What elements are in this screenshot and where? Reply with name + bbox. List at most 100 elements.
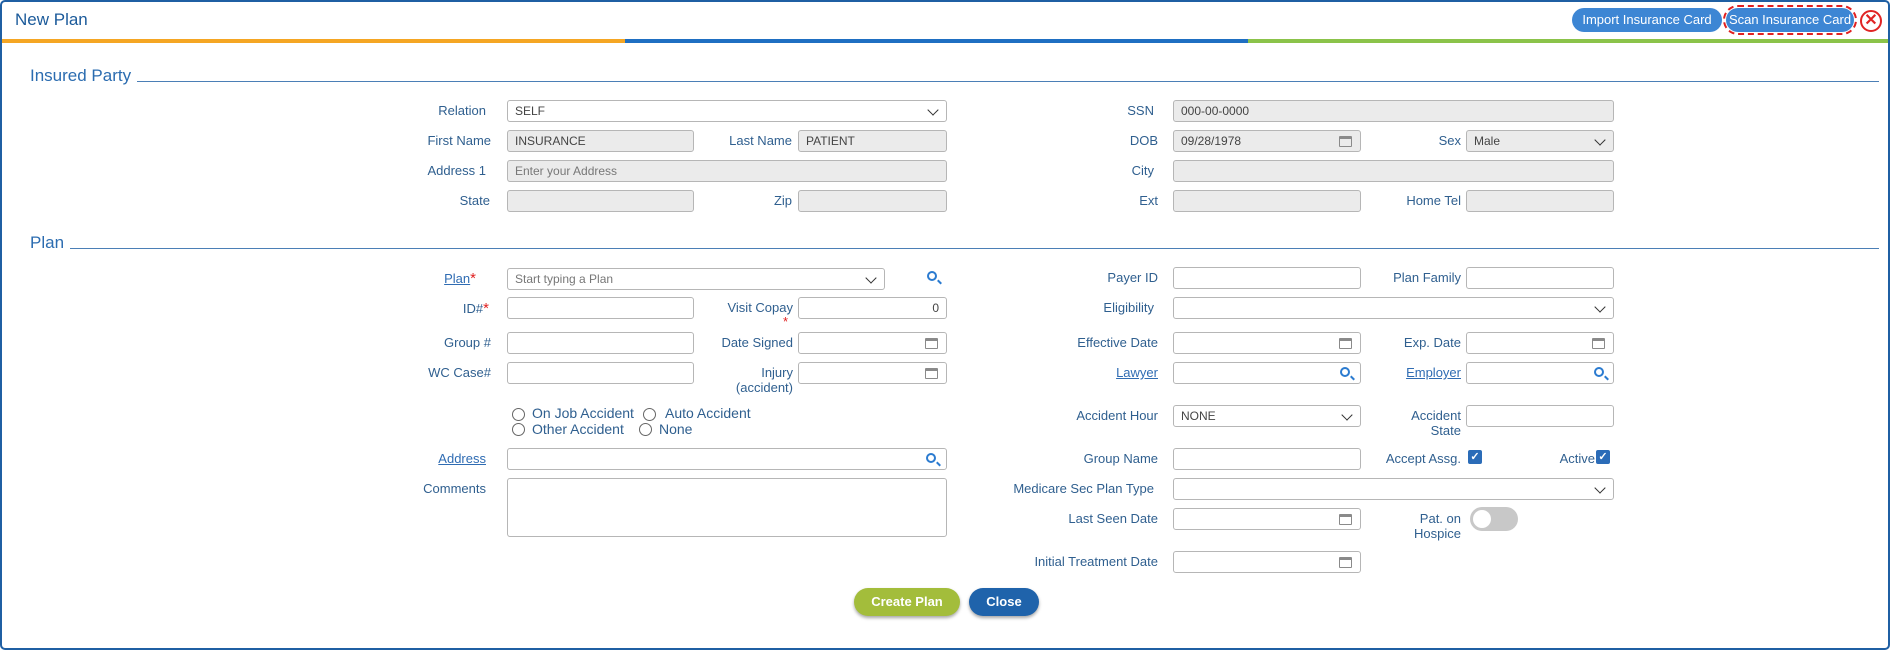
active-label: Active [1559,451,1595,466]
auto-accident-radio[interactable] [643,408,656,421]
employer-search-icon[interactable] [1594,367,1604,377]
state-label: State [459,193,490,208]
auto-accident-label: Auto Accident [665,405,751,421]
address-search-icon[interactable] [926,453,936,463]
exp-date-input[interactable] [1466,332,1614,354]
address1-label: Address 1 [427,163,486,178]
lawyer-input[interactable] [1173,362,1361,384]
group-name-label: Group Name [1083,451,1158,466]
injury-label-line1: Injury [761,365,793,380]
sex-label: Sex [1438,133,1461,148]
eligibility-select[interactable] [1173,297,1614,319]
dob-input[interactable]: 09/28/1978 [1173,130,1361,152]
hospice-label: Pat. on Hospice [1382,511,1461,541]
calendar-icon[interactable] [925,368,938,379]
date-signed-input[interactable] [798,332,947,354]
dob-label: DOB [1129,133,1158,148]
payer-id-input[interactable] [1173,267,1361,289]
plan-family-label: Plan Family [1393,270,1461,285]
group-input[interactable] [507,332,694,354]
plan-label-wrap: Plan* [382,270,476,287]
accident-hour-label: Accident Hour [1076,408,1158,423]
hospice-toggle[interactable] [1470,507,1518,531]
hospice-label-line2: Hospice [1414,526,1461,541]
state-input[interactable] [507,190,694,212]
city-label: City [1131,163,1154,178]
zip-label: Zip [773,193,792,208]
none-radio[interactable] [639,423,652,436]
payer-id-label: Payer ID [1107,270,1158,285]
home-tel-label: Home Tel [1406,193,1461,208]
group-name-input[interactable] [1173,448,1361,470]
comments-textarea[interactable] [507,478,947,537]
accept-assg-label: Accept Assg. [1385,451,1461,466]
accept-assg-checkbox[interactable]: ✓ [1468,450,1482,464]
accident-state-label: Accident State [1382,408,1461,438]
hospice-label-line1: Pat. on [1419,511,1461,526]
injury-label: Injury (accident) [702,365,793,395]
calendar-icon[interactable] [925,338,938,349]
employer-link[interactable]: Employer [1382,365,1461,380]
city-input[interactable] [1173,160,1614,182]
close-icon[interactable]: ✕ [1860,10,1882,32]
employer-input[interactable] [1466,362,1614,384]
wc-case-input[interactable] [507,362,694,384]
medicare-sec-plan-type-select[interactable] [1173,478,1614,500]
ssn-label: SSN [1127,103,1154,118]
lawyer-link[interactable]: Lawyer [1052,365,1158,380]
first-name-input[interactable]: INSURANCE [507,130,694,152]
effective-date-input[interactable] [1173,332,1361,354]
on-job-accident-radio[interactable] [512,408,525,421]
active-checkbox[interactable]: ✓ [1596,450,1610,464]
wc-case-label: WC Case# [428,365,491,380]
id-input[interactable] [507,297,694,319]
accident-state-input[interactable] [1466,405,1614,427]
group-label: Group # [444,335,491,350]
other-accident-radio[interactable] [512,423,525,436]
insured-party-heading: Insured Party [30,66,132,85]
lawyer-search-icon[interactable] [1340,367,1350,377]
plan-link[interactable]: Plan [444,271,470,286]
ext-label: Ext [1139,193,1158,208]
address-input[interactable] [507,448,947,470]
create-plan-button[interactable]: Create Plan [854,588,960,616]
address-link[interactable]: Address [382,451,486,466]
accident-hour-select[interactable]: NONE [1173,405,1361,427]
calendar-icon[interactable] [1339,136,1352,147]
required-marker: * [483,300,489,317]
plan-search-icon[interactable] [927,271,937,281]
progress-stripe-orange [2,39,625,43]
plan-search-input[interactable]: Start typing a Plan [507,268,885,290]
ssn-input[interactable]: 000-00-0000 [1173,100,1614,122]
section-divider [70,248,1879,249]
calendar-icon[interactable] [1339,557,1352,568]
relation-select[interactable]: SELF [507,100,947,122]
sex-select[interactable]: Male [1466,130,1614,152]
home-tel-input[interactable] [1466,190,1614,212]
injury-date-input[interactable] [798,362,947,384]
calendar-icon[interactable] [1339,514,1352,525]
calendar-icon[interactable] [1592,338,1605,349]
plan-family-input[interactable] [1466,267,1614,289]
section-divider [137,81,1879,82]
visit-copay-input[interactable]: 0 [798,297,947,319]
calendar-icon[interactable] [1339,338,1352,349]
import-insurance-card-button[interactable]: Import Insurance Card [1572,8,1722,32]
comments-label: Comments [423,481,486,496]
last-seen-date-label: Last Seen Date [1068,511,1158,526]
none-label: None [659,421,693,437]
ext-input[interactable] [1173,190,1361,212]
date-signed-label: Date Signed [721,335,793,350]
close-button[interactable]: Close [969,588,1039,616]
id-label-wrap: ID#* [382,300,489,317]
address1-input[interactable]: Enter your Address [507,160,947,182]
other-accident-label: Other Accident [532,421,624,437]
zip-input[interactable] [798,190,947,212]
initial-treatment-date-input[interactable] [1173,551,1361,573]
plan-heading: Plan [30,233,65,252]
progress-stripe-blue [625,39,1248,43]
effective-date-label: Effective Date [1077,335,1158,350]
scan-insurance-card-button[interactable]: Scan Insurance Card [1723,5,1857,35]
last-name-input[interactable]: PATIENT [798,130,947,152]
last-seen-date-input[interactable] [1173,508,1361,530]
